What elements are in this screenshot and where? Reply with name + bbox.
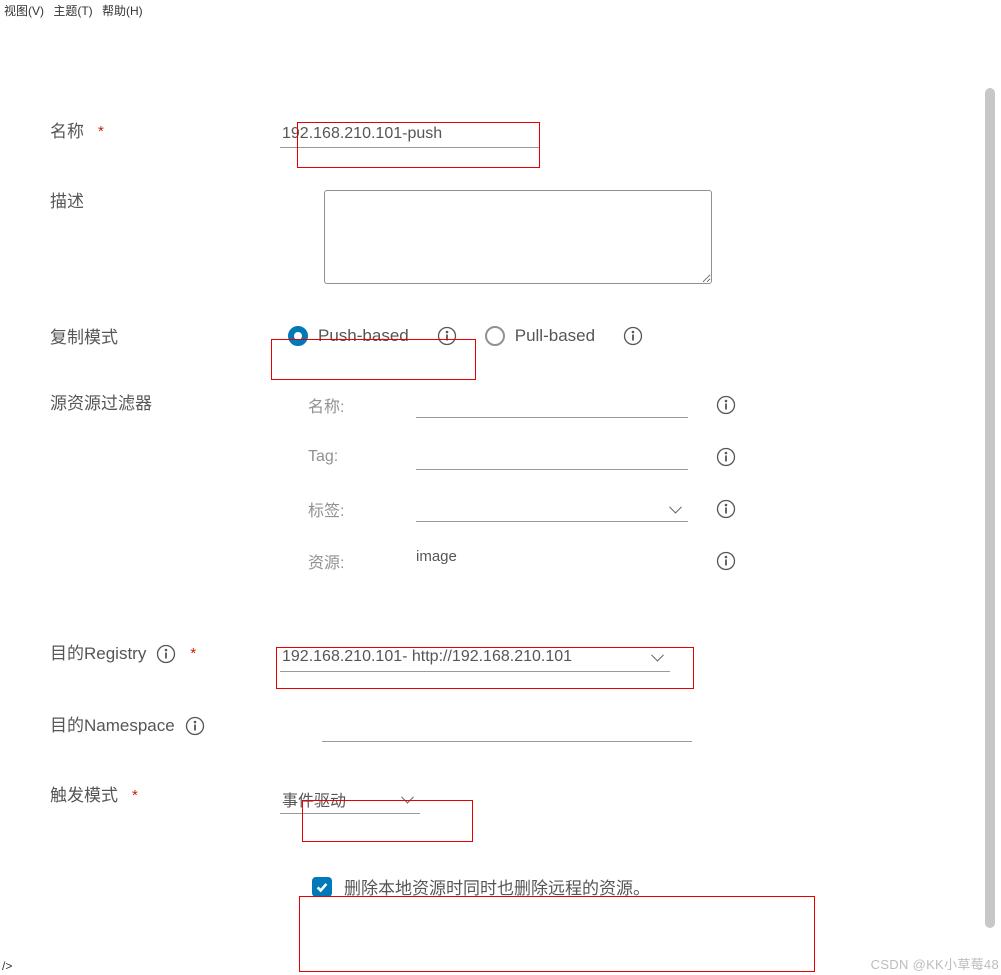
vertical-scrollbar[interactable] [985,88,995,928]
label-trigger: 触发模式 * [50,784,280,808]
row-dest-ns: 目的Namespace [50,714,941,742]
dest-registry-select[interactable]: 192.168.210.101- http://192.168.210.101 [280,642,670,672]
dest-registry-value: 192.168.210.101- http://192.168.210.101 [282,648,572,666]
label-filter-text: 源资源过滤器 [50,392,152,416]
row-filter: 源资源过滤器 名称: Tag: 标签: [50,392,941,600]
info-icon[interactable] [716,499,736,519]
label-dest-registry-text: 目的Registry [50,642,146,666]
filter-resource-value: image [416,548,688,574]
filter-resource-row: 资源: image [308,548,736,574]
row-description: 描述 [50,190,941,284]
watermark: CSDN @KK小草莓48 [871,954,999,973]
info-icon[interactable] [716,395,736,415]
description-input[interactable] [324,190,712,284]
filter-tag-row: Tag: [308,444,736,470]
label-dest-ns-text: 目的Namespace [50,714,175,738]
label-mode-text: 复制模式 [50,326,118,350]
delete-remote-checkbox[interactable]: 删除本地资源时同时也删除远程的资源。 [312,874,650,899]
name-input[interactable] [280,120,540,148]
highlight-box [299,896,815,972]
row-mode: 复制模式 Push-based Pull-based [50,326,941,350]
mode-radio-group: Push-based Pull-based [288,326,643,346]
row-name: 名称 * [50,120,941,148]
menubar: 视图(V) 主题(T) 帮助(H) [0,0,153,21]
filter-label-label: 标签: [308,497,416,521]
menu-help[interactable]: 帮助(H) [102,4,143,18]
radio-push[interactable]: Push-based [288,326,409,346]
trigger-value: 事件驱动 [282,787,346,811]
radio-pull[interactable]: Pull-based [485,326,595,346]
replication-form: 名称 * 描述 复制模式 Push-based [50,120,941,899]
label-name-text: 名称 [50,120,84,144]
row-delete-remote: 删除本地资源时同时也删除远程的资源。 [50,874,941,899]
info-icon[interactable] [156,644,176,664]
filter-name-label: 名称: [308,393,416,417]
radio-pull-label: Pull-based [515,326,595,346]
trigger-select[interactable]: 事件驱动 [280,784,420,814]
label-trigger-text: 触发模式 [50,784,118,808]
label-name: 名称 * [50,120,280,144]
footer-tag: /> [2,959,12,973]
filter-name-input[interactable] [416,392,688,418]
label-dest-ns: 目的Namespace [50,714,280,738]
info-icon[interactable] [185,716,205,736]
info-icon[interactable] [716,551,736,571]
label-dest-registry: 目的Registry * [50,642,280,666]
radio-circle-icon [485,326,505,346]
filter-label-select[interactable] [416,496,688,522]
label-filter: 源资源过滤器 [50,392,280,416]
filter-resource-label: 资源: [308,549,416,573]
menu-theme[interactable]: 主题(T) [53,4,92,18]
checkbox-icon [312,877,332,897]
row-trigger: 触发模式 * 事件驱动 [50,784,941,814]
filter-tag-input[interactable] [416,444,688,470]
required-mark: * [190,642,196,666]
filter-label-row: 标签: [308,496,736,522]
required-mark: * [132,784,138,808]
radio-circle-icon [288,326,308,346]
radio-push-label: Push-based [318,326,409,346]
info-icon[interactable] [716,447,736,467]
label-description-text: 描述 [50,190,84,214]
menu-view[interactable]: 视图(V) [4,4,44,18]
filter-name-row: 名称: [308,392,736,418]
label-mode: 复制模式 [50,326,280,350]
info-icon[interactable] [437,326,457,346]
delete-remote-label: 删除本地资源时同时也删除远程的资源。 [344,874,650,899]
row-dest-registry: 目的Registry * 192.168.210.101- http://192… [50,642,941,672]
info-icon[interactable] [623,326,643,346]
required-mark: * [98,120,104,144]
filter-tag-label: Tag: [308,448,416,466]
label-description: 描述 [50,190,280,214]
dest-ns-input[interactable] [322,714,692,742]
